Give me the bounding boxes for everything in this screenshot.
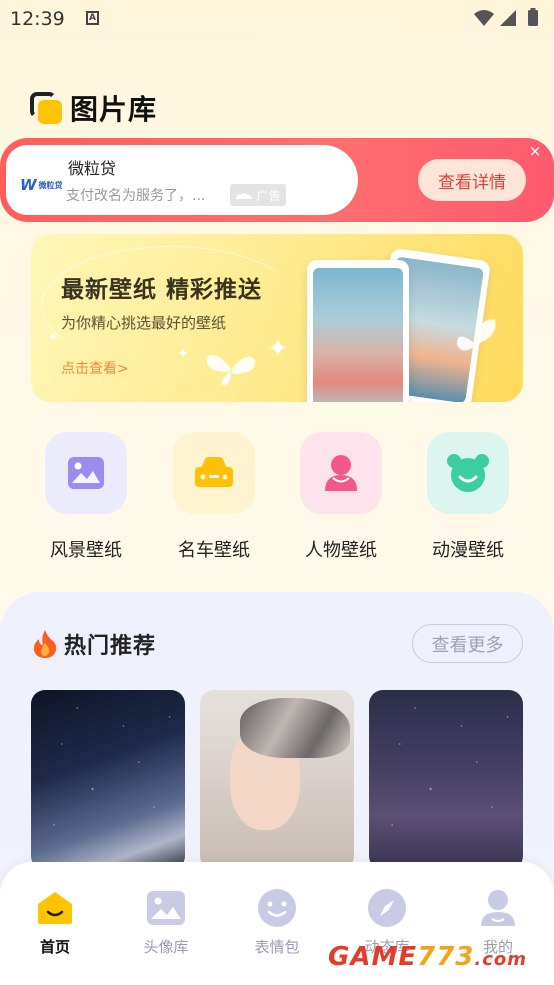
promo-subtitle: 为你精心挑选最好的壁纸	[61, 314, 227, 332]
ad-view-details-button[interactable]: 查看详情	[418, 159, 526, 201]
butterfly-icon	[457, 319, 496, 351]
site-watermark: GAME773.com	[328, 942, 528, 972]
ad-brand-logo: W 微粒贷	[20, 176, 63, 194]
home-icon	[38, 892, 72, 924]
nav-item-home[interactable]: 首页	[15, 888, 95, 957]
hot-section-header: 热门推荐	[32, 628, 156, 660]
image-icon	[147, 891, 185, 925]
page-title: 图片库	[70, 93, 158, 126]
category-label: 动漫壁纸	[432, 540, 504, 561]
hot-section-title: 热门推荐	[64, 634, 157, 659]
status-bar: 12:39 A	[0, 0, 554, 38]
category-car[interactable]: 名车壁纸	[172, 432, 256, 562]
promo-banner[interactable]: ✦ ✦ ✦ 最新壁纸 精彩推送 为你精心挑选最好的壁纸 点击查看>	[31, 234, 523, 402]
nav-label: 表情包	[254, 938, 300, 956]
category-grid: 风景壁纸 名车壁纸 人物壁纸 动漫壁纸	[44, 432, 510, 562]
category-icon-bg	[427, 432, 509, 514]
ad-title: 微粒贷	[68, 159, 117, 178]
nav-label: 头像库	[143, 938, 189, 956]
category-icon-bg	[45, 432, 127, 514]
sparkle-icon: ✦	[267, 334, 289, 364]
category-icon-bg	[173, 432, 255, 514]
nav-item-stickers[interactable]: 表情包	[237, 888, 317, 957]
sparkle-icon: ✦	[47, 330, 59, 346]
app-logo-icon	[30, 92, 62, 124]
wifi-icon	[474, 10, 494, 26]
weilidai-logo-icon: W	[20, 176, 37, 194]
user-icon	[481, 890, 515, 926]
landscape-icon	[68, 457, 104, 489]
status-time: 12:39	[10, 8, 65, 30]
ad-description: 支付改名为服务了，...	[66, 188, 206, 204]
promo-view-link[interactable]: 点击查看>	[61, 358, 129, 378]
butterfly-icon	[206, 354, 256, 386]
sparkle-icon: ✦	[177, 346, 189, 362]
bear-icon	[447, 454, 489, 492]
ad-tag-text: 广告	[256, 188, 281, 203]
category-icon-bg	[300, 432, 382, 514]
wallpaper-thumbnail[interactable]	[369, 690, 523, 870]
ad-close-icon[interactable]: ×	[528, 144, 542, 159]
fire-icon	[33, 630, 57, 658]
category-person[interactable]: 人物壁纸	[299, 432, 383, 562]
decorative-curve	[41, 246, 301, 366]
car-icon	[195, 457, 233, 487]
category-label: 人物壁纸	[305, 540, 377, 561]
wallpaper-thumbnail[interactable]	[31, 690, 185, 870]
notification-icon: A	[86, 11, 99, 25]
page-header: 图片库	[30, 88, 157, 128]
wallpaper-preview-card	[307, 260, 409, 402]
category-label: 风景壁纸	[50, 540, 122, 561]
category-landscape[interactable]: 风景壁纸	[44, 432, 128, 562]
cloud-icon	[236, 193, 253, 199]
category-label: 名车壁纸	[178, 540, 250, 561]
compass-icon	[368, 889, 406, 927]
ad-label-badge: 广告	[230, 184, 286, 206]
signal-icon	[500, 10, 516, 26]
battery-icon	[528, 10, 538, 26]
smile-icon	[258, 889, 296, 927]
wallpaper-thumbnail[interactable]	[200, 690, 354, 870]
person-icon	[325, 455, 357, 491]
promo-title: 最新壁纸 精彩推送	[61, 277, 263, 303]
view-more-button[interactable]: 查看更多	[412, 624, 523, 663]
nav-item-avatars[interactable]: 头像库	[126, 888, 206, 957]
category-anime[interactable]: 动漫壁纸	[426, 432, 510, 562]
ad-brand-logo-text: 微粒贷	[38, 180, 63, 190]
nav-label: 首页	[39, 938, 70, 956]
system-status-icons	[474, 8, 538, 26]
